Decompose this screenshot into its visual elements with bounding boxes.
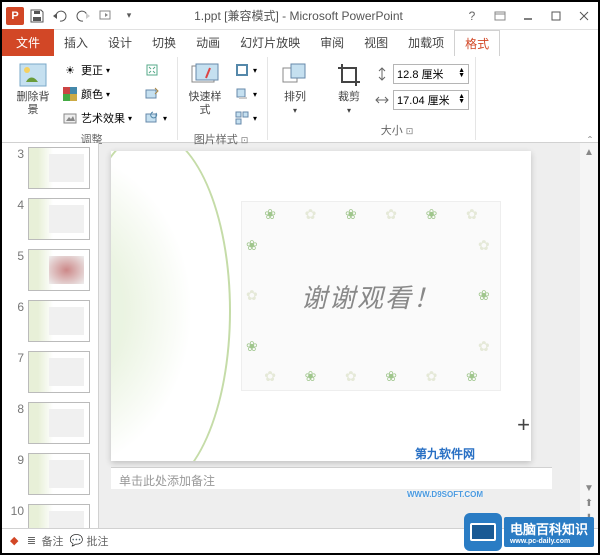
height-input[interactable]: 12.8 厘米▲▼ bbox=[393, 64, 469, 84]
picture-border-button[interactable]: ▾ bbox=[230, 59, 261, 81]
remove-bg-icon bbox=[17, 61, 49, 89]
arrange-label: 排列▾ bbox=[284, 91, 306, 117]
scroll-down-icon[interactable]: ▼ bbox=[582, 481, 596, 496]
start-from-beginning-icon[interactable] bbox=[96, 7, 116, 25]
height-row: 12.8 厘米▲▼ bbox=[374, 63, 469, 85]
quick-styles-label: 快速样式 bbox=[186, 91, 224, 117]
comments-toggle[interactable]: 💬批注 bbox=[69, 533, 108, 549]
slide-main-text: 谢谢观看！ bbox=[301, 278, 441, 315]
reset-icon bbox=[144, 110, 160, 126]
group-adjust: 删除背景 ☀更正▾ 颜色▾ 艺术效果▾ ▾ 调整 bbox=[6, 57, 178, 140]
arrange-button[interactable]: 排列▾ bbox=[274, 59, 316, 119]
cursor-crosshair-icon: + bbox=[517, 412, 530, 438]
brightness-icon: ☀ bbox=[62, 62, 78, 78]
thumbnail-10[interactable]: 10 bbox=[8, 504, 92, 528]
prev-slide-icon[interactable]: ⬆ bbox=[583, 496, 595, 511]
minimize-button[interactable] bbox=[514, 4, 542, 28]
collapse-ribbon-icon[interactable]: ˆ bbox=[588, 134, 592, 148]
height-icon bbox=[374, 66, 390, 82]
tab-animations[interactable]: 动画 bbox=[186, 30, 230, 55]
border-icon bbox=[234, 62, 250, 78]
group-arrange: 排列▾ bbox=[268, 57, 322, 140]
redo-icon[interactable] bbox=[73, 7, 93, 25]
remove-bg-label: 删除背景 bbox=[14, 91, 52, 117]
tab-transitions[interactable]: 切换 bbox=[142, 30, 186, 55]
color-button[interactable]: 颜色▾ bbox=[58, 83, 136, 105]
quick-access-toolbar: P ▾ bbox=[2, 7, 139, 25]
slide-canvas[interactable]: ❀✿❀✿❀✿ ✿❀✿❀✿❀ ❀✿❀ ✿❀✿ 谢谢观看！ bbox=[111, 151, 531, 461]
size-group-label: 大小⊡ bbox=[328, 120, 469, 140]
slide-image[interactable]: ❀✿❀✿❀✿ ✿❀✿❀✿❀ ❀✿❀ ✿❀✿ 谢谢观看！ bbox=[241, 201, 501, 391]
picture-effects-button[interactable]: ▾ bbox=[230, 83, 261, 105]
window-title: 1.ppt [兼容模式] - Microsoft PowerPoint bbox=[139, 7, 458, 24]
tab-slideshow[interactable]: 幻灯片放映 bbox=[230, 30, 310, 55]
slide-editor[interactable]: ❀✿❀✿❀✿ ✿❀✿❀✿❀ ❀✿❀ ✿❀✿ 谢谢观看！ + 单击此处添加备注 bbox=[99, 143, 580, 528]
window-controls: ? bbox=[458, 4, 598, 28]
width-row: 17.04 厘米▲▼ bbox=[374, 89, 469, 111]
crop-icon bbox=[333, 61, 365, 89]
tab-design[interactable]: 设计 bbox=[98, 30, 142, 55]
close-button[interactable] bbox=[570, 4, 598, 28]
pic-layout-icon bbox=[234, 110, 250, 126]
thumbnail-5[interactable]: 5 bbox=[8, 249, 92, 291]
reset-picture-button[interactable]: ▾ bbox=[140, 107, 171, 129]
artistic-icon bbox=[62, 110, 78, 126]
thumbnail-8[interactable]: 8 bbox=[8, 402, 92, 444]
crop-label: 裁剪▾ bbox=[338, 91, 360, 117]
tab-view[interactable]: 视图 bbox=[354, 30, 398, 55]
thumbnail-7[interactable]: 7 bbox=[8, 351, 92, 393]
width-icon bbox=[374, 92, 390, 108]
tab-format[interactable]: 格式 bbox=[454, 30, 500, 56]
compress-pictures-button[interactable] bbox=[140, 59, 171, 81]
ribbon: 删除背景 ☀更正▾ 颜色▾ 艺术效果▾ ▾ 调整 快速样式 ▾ ▾ bbox=[2, 55, 598, 143]
thumbnail-4[interactable]: 4 bbox=[8, 198, 92, 240]
watermark-pcdaily: 电脑百科知识www.pc-daily.com bbox=[464, 513, 594, 551]
notes-icon: ≣ bbox=[24, 534, 38, 548]
ribbon-display-button[interactable] bbox=[486, 4, 514, 28]
artistic-effects-button[interactable]: 艺术效果▾ bbox=[58, 107, 136, 129]
color-icon bbox=[62, 86, 78, 102]
crop-button[interactable]: 裁剪▾ bbox=[328, 59, 370, 119]
tab-insert[interactable]: 插入 bbox=[54, 30, 98, 55]
tab-addons[interactable]: 加载项 bbox=[398, 30, 454, 55]
watermark-d9soft: 第九软件网 WWW.D9SOFT.COM bbox=[407, 417, 483, 513]
vertical-scrollbar[interactable]: ▲ ▼ ⬆ ⬇ bbox=[580, 143, 598, 528]
titlebar: P ▾ 1.ppt [兼容模式] - Microsoft PowerPoint … bbox=[2, 2, 598, 30]
effects-icon bbox=[234, 86, 250, 102]
powerpoint-icon[interactable]: P bbox=[6, 7, 24, 25]
quick-styles-icon bbox=[189, 61, 221, 89]
comments-icon: 💬 bbox=[69, 534, 83, 548]
undo-icon[interactable] bbox=[50, 7, 70, 25]
compress-icon bbox=[144, 62, 160, 78]
help-button[interactable]: ? bbox=[458, 4, 486, 28]
quick-styles-button[interactable]: 快速样式 bbox=[184, 59, 226, 119]
thumbnail-3[interactable]: 3 bbox=[8, 147, 92, 189]
width-input[interactable]: 17.04 厘米▲▼ bbox=[393, 90, 469, 110]
notes-pane[interactable]: 单击此处添加备注 bbox=[111, 467, 552, 489]
thumbnail-9[interactable]: 9 bbox=[8, 453, 92, 495]
thumbnail-6[interactable]: 6 bbox=[8, 300, 92, 342]
maximize-button[interactable] bbox=[542, 4, 570, 28]
change-picture-button[interactable] bbox=[140, 83, 171, 105]
save-icon[interactable] bbox=[27, 7, 47, 25]
picture-layout-button[interactable]: ▾ bbox=[230, 107, 261, 129]
notes-toggle[interactable]: ≣备注 bbox=[24, 533, 63, 549]
tab-file[interactable]: 文件 bbox=[2, 29, 54, 56]
slide-thumbnails[interactable]: 3 4 5 6 7 8 9 10 11 bbox=[2, 143, 99, 528]
body: 3 4 5 6 7 8 9 10 11 ❀✿❀✿❀✿ ✿❀✿❀✿❀ ❀✿❀ ✿❀… bbox=[2, 143, 598, 528]
corrections-button[interactable]: ☀更正▾ bbox=[58, 59, 136, 81]
dialog-launcher-icon[interactable]: ⊡ bbox=[403, 126, 417, 136]
change-pic-icon bbox=[144, 86, 160, 102]
group-picture-styles: 快速样式 ▾ ▾ ▾ 图片样式⊡ bbox=[178, 57, 268, 140]
qat-dropdown-icon[interactable]: ▾ bbox=[119, 7, 139, 25]
remove-background-button[interactable]: 删除背景 bbox=[12, 59, 54, 119]
tab-review[interactable]: 审阅 bbox=[310, 30, 354, 55]
ribbon-tabs: 文件 插入 设计 切换 动画 幻灯片放映 审阅 视图 加载项 格式 bbox=[2, 30, 598, 55]
group-size: 裁剪▾ 12.8 厘米▲▼ 17.04 厘米▲▼ 大小⊡ bbox=[322, 57, 476, 140]
arrange-icon bbox=[279, 61, 311, 89]
